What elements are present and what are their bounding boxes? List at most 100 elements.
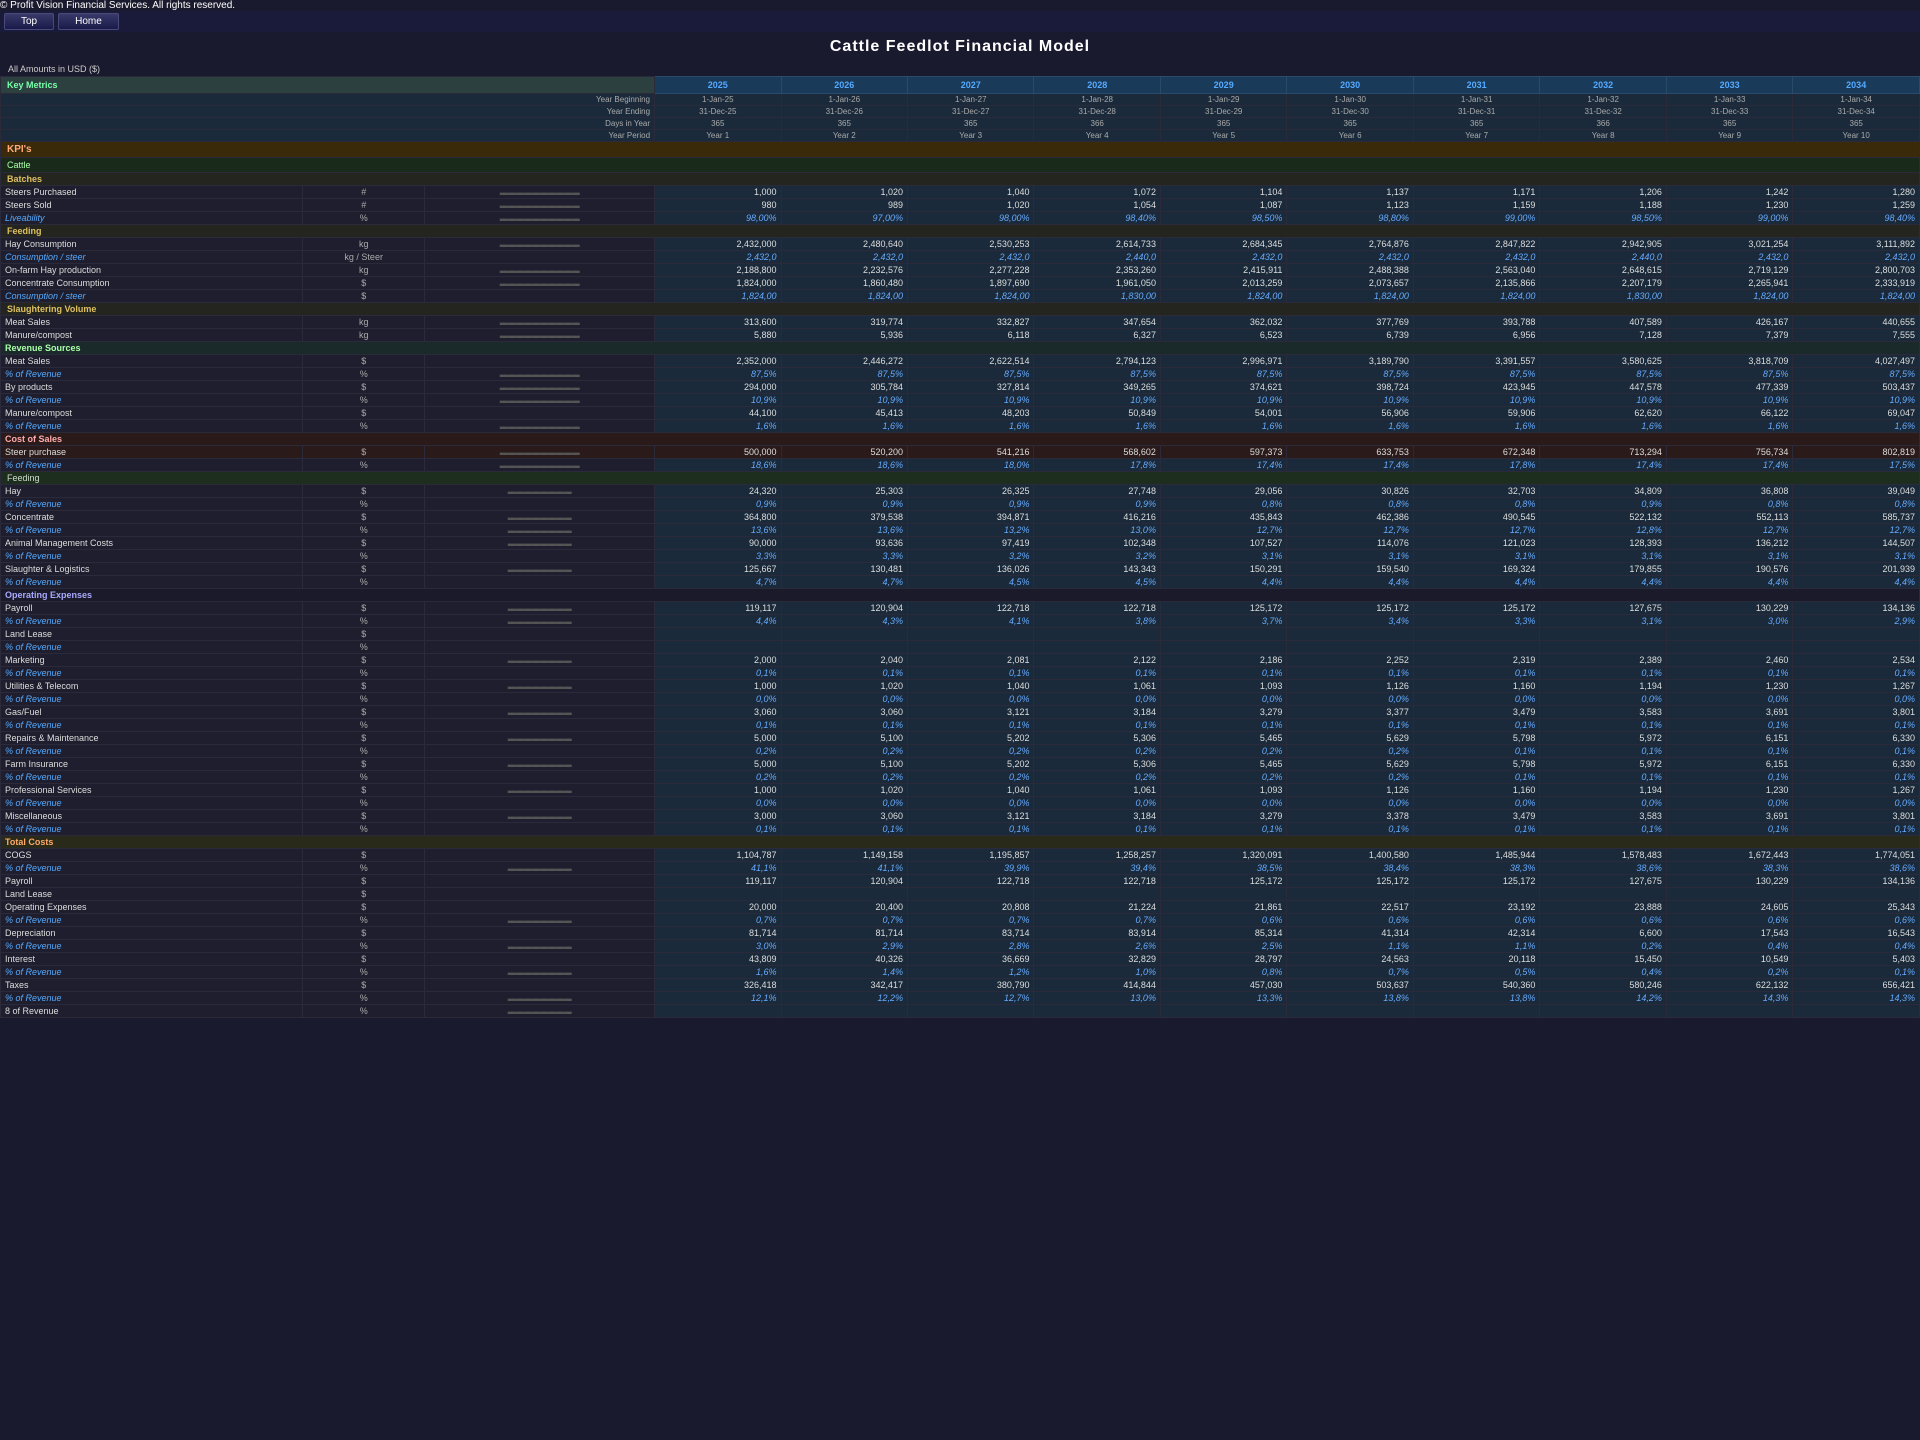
- pct-taxes-row: % of Revenue % ▬▬▬▬▬▬▬▬ 12,1%12,2%12,7% …: [1, 992, 1920, 1005]
- meat-sales-rev-row: Meat Sales $ 2,352,0002,446,2722,622,514…: [1, 355, 1920, 368]
- liveability-2029: 98,50%: [1160, 212, 1286, 225]
- steers-purchased-unit: #: [302, 186, 425, 199]
- 8-of-revenue-label: 8 of Revenue: [1, 1005, 303, 1018]
- liveability-row: Liveability % ▬▬▬▬▬▬▬▬▬▬ 98,00% 97,00% 9…: [1, 212, 1920, 225]
- by-products-row: By products $ ▬▬▬▬▬▬▬▬▬▬ 294,000305,7843…: [1, 381, 1920, 394]
- year-2033-header: 2033: [1666, 77, 1792, 94]
- pct-depreciation-row: % of Revenue % ▬▬▬▬▬▬▬▬ 3,0%2,9%2,8% 2,6…: [1, 940, 1920, 953]
- steers-purchased-label: Steers Purchased: [1, 186, 303, 199]
- page-title: Cattle Feedlot Financial Model: [0, 32, 1920, 62]
- steers-sold-row: Steers Sold # ▬▬▬▬▬▬▬▬▬▬ 980 989 1,020 1…: [1, 199, 1920, 212]
- cost-of-sales-header: Cost of Sales: [1, 433, 1920, 446]
- steers-purchased-2034: 1,280: [1793, 186, 1920, 199]
- miscellaneous-row: Miscellaneous $ ▬▬▬▬▬▬▬▬ 3,0003,0603,121…: [1, 810, 1920, 823]
- liveability-label: Liveability: [1, 212, 303, 225]
- farm-insurance-row: Farm Insurance $ ▬▬▬▬▬▬▬▬ 5,0005,1005,20…: [1, 758, 1920, 771]
- manure-rev-row: Manure/compost $ 44,10045,41348,203 50,8…: [1, 407, 1920, 420]
- pct-payroll-row: % of Revenue % ▬▬▬▬▬▬▬▬ 4,4%4,3%4,1% 3,8…: [1, 615, 1920, 628]
- concentrate-cost-row: Concentrate $ ▬▬▬▬▬▬▬▬ 364,800379,538394…: [1, 511, 1920, 524]
- steers-sold-2031: 1,159: [1413, 199, 1539, 212]
- top-bar: © Profit Vision Financial Services. All …: [0, 0, 1920, 11]
- liveability-2025: 98,00%: [655, 212, 781, 225]
- year-2028-header: 2028: [1034, 77, 1160, 94]
- liveability-2026: 97,00%: [781, 212, 907, 225]
- consumption-steer-hay-row: Consumption / steer kg / Steer 2,432,02,…: [1, 251, 1920, 264]
- steers-purchased-2033: 1,242: [1666, 186, 1792, 199]
- steers-purchased-2026: 1,020: [781, 186, 907, 199]
- cogs-row: COGS $ 1,104,7871,149,1581,195,857 1,258…: [1, 849, 1920, 862]
- year-2034-header: 2034: [1793, 77, 1920, 94]
- pct-professional-row: % of Revenue % 0,0%0,0%0,0% 0,0%0,0%0,0%…: [1, 797, 1920, 810]
- feeding-header: Feeding: [1, 225, 1920, 238]
- pct-by-products-row: % of Revenue % ▬▬▬▬▬▬▬▬▬▬ 10,9%10,9%10,9…: [1, 394, 1920, 407]
- professional-services-row: Professional Services $ ▬▬▬▬▬▬▬▬ 1,0001,…: [1, 784, 1920, 797]
- liveability-2030: 98,80%: [1287, 212, 1413, 225]
- liveability-2028: 98,40%: [1034, 212, 1160, 225]
- pct-hay-row: % of Revenue % 0,9%0,9%0,9% 0,9%0,8%0,8%…: [1, 498, 1920, 511]
- hay-consumption-label: Hay Consumption: [1, 238, 303, 251]
- pct-gas-row: % of Revenue % 0,1%0,1%0,1% 0,1%0,1%0,1%…: [1, 719, 1920, 732]
- year-2027-header: 2027: [907, 77, 1033, 94]
- liveability-2027: 98,00%: [907, 212, 1033, 225]
- liveability-2033: 99,00%: [1666, 212, 1792, 225]
- consumption-steer-conc-row: Consumption / steer $ 1,824,001,824,001,…: [1, 290, 1920, 303]
- steers-sold-label: Steers Sold: [1, 199, 303, 212]
- interest-row: Interest $ 43,80940,32636,669 32,82928,7…: [1, 953, 1920, 966]
- year-2031-header: 2031: [1413, 77, 1539, 94]
- concentrate-row: Concentrate Consumption $ ▬▬▬▬▬▬▬▬▬▬ 1,8…: [1, 277, 1920, 290]
- steers-purchased-2031: 1,171: [1413, 186, 1539, 199]
- year-2025-header: 2025: [655, 77, 781, 94]
- payroll-total-row: Payroll $ 119,117120,904122,718 122,7181…: [1, 875, 1920, 888]
- steers-sold-2032: 1,188: [1540, 199, 1666, 212]
- pct-farm-insurance-row: % of Revenue % 0,2%0,2%0,2% 0,2%0,2%0,2%…: [1, 771, 1920, 784]
- year-2032-header: 2032: [1540, 77, 1666, 94]
- 8-of-revenue-row: 8 of Revenue % ▬▬▬▬▬▬▬▬: [1, 1005, 1920, 1018]
- steers-sold-2028: 1,054: [1034, 199, 1160, 212]
- depreciation-label: Depreciation: [1, 927, 303, 940]
- year-2026-header: 2026: [781, 77, 907, 94]
- key-metrics-label: Key Metrics: [7, 80, 58, 90]
- marketing-row: Marketing $ ▬▬▬▬▬▬▬▬ 2,0002,0402,081 2,1…: [1, 654, 1920, 667]
- year-2030-header: 2030: [1287, 77, 1413, 94]
- gas-fuel-row: Gas/Fuel $ ▬▬▬▬▬▬▬▬ 3,0603,0603,121 3,18…: [1, 706, 1920, 719]
- top-button[interactable]: Top: [4, 13, 54, 30]
- steers-purchased-2027: 1,040: [907, 186, 1033, 199]
- steers-sold-2030: 1,123: [1287, 199, 1413, 212]
- steers-sold-2025: 980: [655, 199, 781, 212]
- pct-animal-mgmt-row: % of Revenue % 3,3%3,3%3,2% 3,2%3,1%3,1%…: [1, 550, 1920, 563]
- pct-land-lease-row: % of Revenue %: [1, 641, 1920, 654]
- year-2029-header: 2029: [1160, 77, 1286, 94]
- manure-vol-row: Manure/compost kg ▬▬▬▬▬▬▬▬▬▬ 5,8805,9366…: [1, 329, 1920, 342]
- utilities-telecom-label: Utilities & Telecom: [1, 680, 303, 693]
- op-expenses-total-row: Operating Expenses $ 20,00020,40020,808 …: [1, 901, 1920, 914]
- liveability-2034: 98,40%: [1793, 212, 1920, 225]
- copyright-text: © Profit Vision Financial Services. All …: [0, 0, 235, 11]
- pct-op-exp-total-row: % of Revenue % ▬▬▬▬▬▬▬▬ 0,7%0,7%0,7% 0,7…: [1, 914, 1920, 927]
- pct-revenue-meat-row: % of Revenue % ▬▬▬▬▬▬▬▬▬▬ 87,5%87,5%87,5…: [1, 368, 1920, 381]
- pct-repairs-row: % of Revenue % 0,2%0,2%0,2% 0,2%0,2%0,2%…: [1, 745, 1920, 758]
- home-button[interactable]: Home: [58, 13, 119, 30]
- pct-manure-rev-row: % of Revenue % ▬▬▬▬▬▬▬▬▬▬ 1,6%1,6%1,6% 1…: [1, 420, 1920, 433]
- payroll-row: Payroll $ ▬▬▬▬▬▬▬▬ 119,117120,904122,718…: [1, 602, 1920, 615]
- repairs-maintenance-row: Repairs & Maintenance $ ▬▬▬▬▬▬▬▬ 5,0005,…: [1, 732, 1920, 745]
- steers-purchased-2025: 1,000: [655, 186, 781, 199]
- onfarm-hay-row: On-farm Hay production kg ▬▬▬▬▬▬▬▬▬▬ 2,1…: [1, 264, 1920, 277]
- steer-purchase-row: Steer purchase $ ▬▬▬▬▬▬▬▬▬▬ 500,000520,2…: [1, 446, 1920, 459]
- steers-sold-2034: 1,259: [1793, 199, 1920, 212]
- operating-expenses-header: Operating Expenses: [1, 589, 1920, 602]
- nav-bar: Top Home: [0, 11, 1920, 32]
- pct-concentrate-row: % of Revenue % ▬▬▬▬▬▬▬▬ 13,6%13,6%13,2% …: [1, 524, 1920, 537]
- depreciation-row: Depreciation $ 81,71481,71483,714 83,914…: [1, 927, 1920, 940]
- revenue-sources-header: Revenue Sources: [1, 342, 1920, 355]
- pct-steer-row: % of Revenue % ▬▬▬▬▬▬▬▬▬▬ 18,6%18,6%18,0…: [1, 459, 1920, 472]
- slaughtering-header: Slaughtering Volume: [1, 303, 1920, 316]
- pct-slaughter-row: % of Revenue % 4,7%4,7%4,5% 4,5%4,4%4,4%…: [1, 576, 1920, 589]
- hay-consumption-row: Hay Consumption kg ▬▬▬▬▬▬▬▬▬▬ 2,432,0002…: [1, 238, 1920, 251]
- liveability-2031: 99,00%: [1413, 212, 1539, 225]
- steers-purchased-row: Steers Purchased # ▬▬▬▬▬▬▬▬▬▬ 1,000 1,02…: [1, 186, 1920, 199]
- land-lease-total-row: Land Lease $: [1, 888, 1920, 901]
- currency-note: All Amounts in USD ($): [0, 62, 1920, 76]
- steers-purchased-chart: ▬▬▬▬▬▬▬▬▬▬: [425, 186, 655, 199]
- steers-sold-2033: 1,230: [1666, 199, 1792, 212]
- steers-sold-unit: #: [302, 199, 425, 212]
